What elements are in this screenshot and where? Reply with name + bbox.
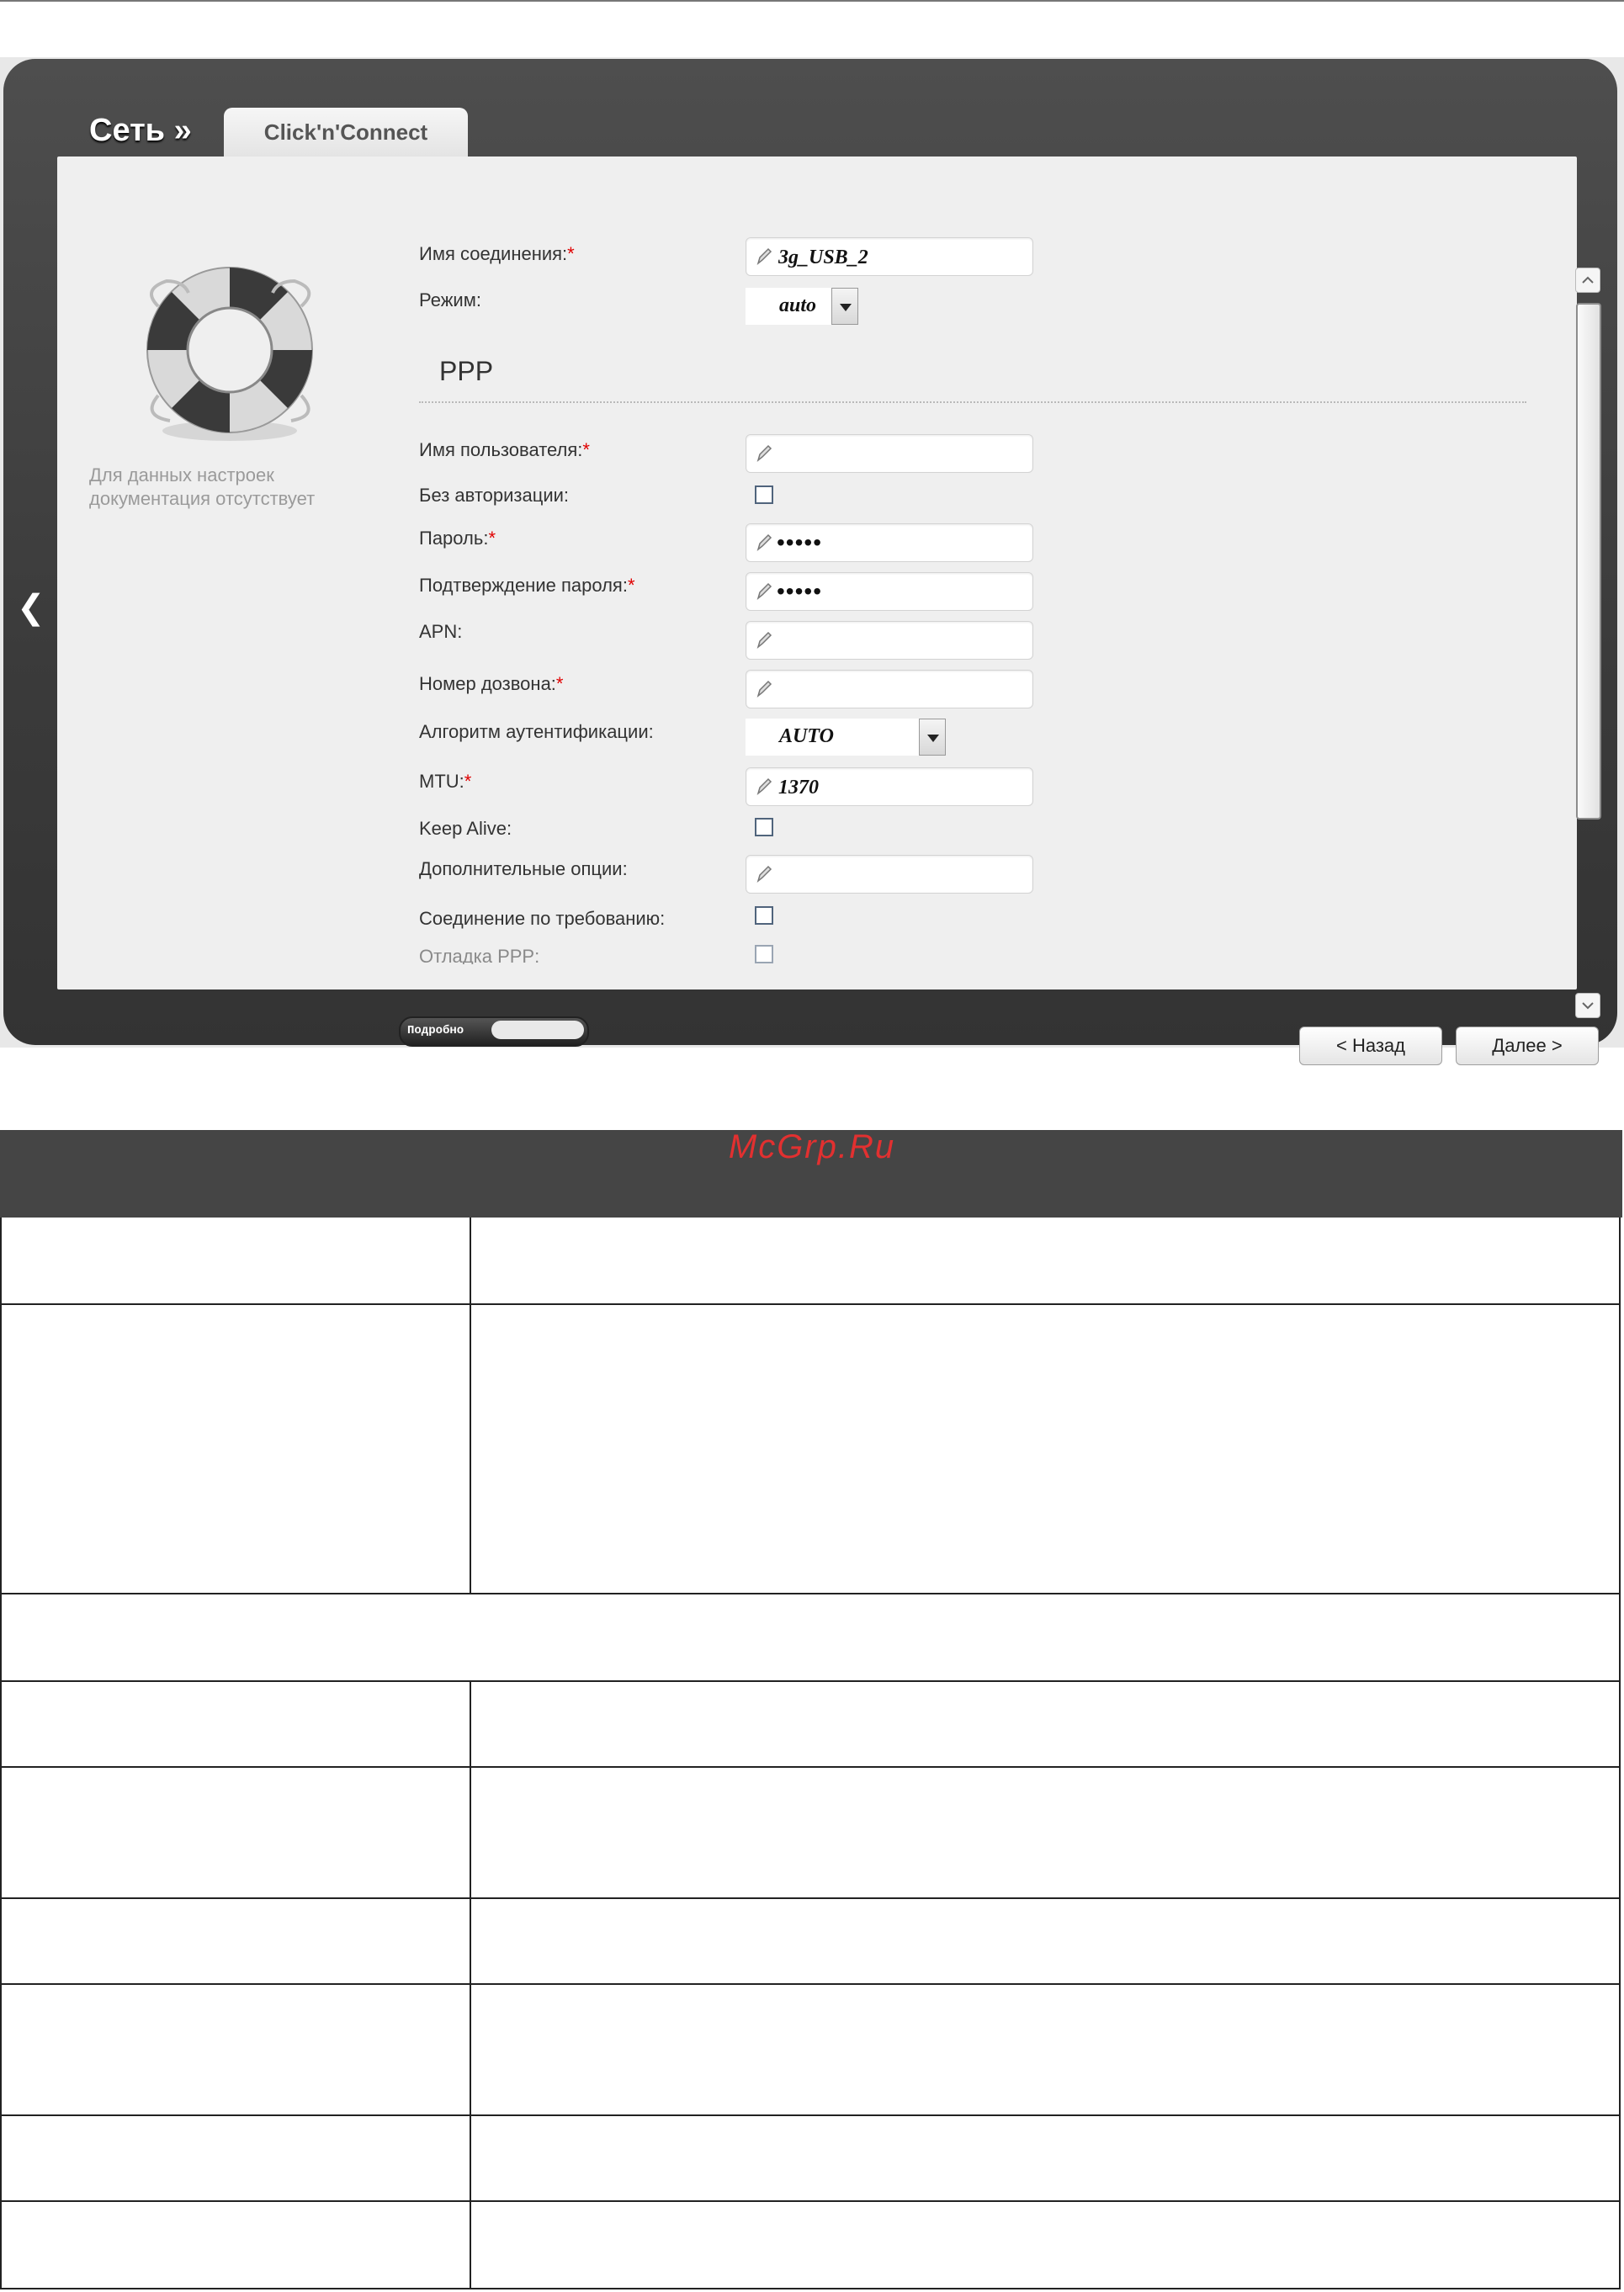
no-auth-label: Без авторизации: bbox=[419, 485, 570, 506]
chevron-down-icon bbox=[1582, 1002, 1594, 1010]
details-toggle-knob bbox=[491, 1021, 584, 1039]
connection-name-label-text: Имя соединения: bbox=[419, 243, 568, 264]
table-row bbox=[0, 2116, 1621, 2202]
mtu-label: MTU:* bbox=[419, 771, 471, 793]
password-confirm-field[interactable]: ••••• bbox=[746, 572, 1033, 611]
table-row bbox=[0, 1218, 1621, 1305]
password-confirm-label-text: Подтверждение пароля: bbox=[419, 575, 628, 596]
no-documentation-note: Для данных настроек документация отсутст… bbox=[89, 464, 316, 509]
details-toggle[interactable]: Подробно bbox=[399, 1016, 589, 1047]
lifebuoy-icon bbox=[146, 267, 313, 441]
chevron-up-icon bbox=[1582, 276, 1594, 284]
keep-alive-label: Keep Alive: bbox=[419, 818, 512, 839]
pencil-icon bbox=[756, 247, 772, 266]
table-row bbox=[0, 1899, 1621, 1985]
on-demand-checkbox[interactable] bbox=[755, 906, 773, 925]
column-divider bbox=[470, 1682, 471, 1766]
auth-algorithm-select[interactable]: AUTO bbox=[746, 719, 946, 756]
chevron-down-icon[interactable] bbox=[919, 719, 946, 756]
required-mark: * bbox=[582, 439, 590, 460]
mode-label: Режим: bbox=[419, 289, 481, 310]
dial-number-label: Номер дозвона:* bbox=[419, 673, 563, 695]
connection-name-value: 3g_USB_2 bbox=[778, 247, 868, 268]
table-row bbox=[0, 1682, 1621, 1768]
auth-algorithm-value: AUTO bbox=[779, 725, 834, 747]
scroll-down-button[interactable] bbox=[1575, 993, 1600, 1018]
column-divider bbox=[470, 1218, 471, 1303]
breadcrumb-network[interactable]: Сеть » bbox=[89, 113, 192, 149]
password-label: Пароль:* bbox=[419, 528, 496, 549]
dial-number-field[interactable] bbox=[746, 670, 1033, 708]
no-auth-checkbox[interactable] bbox=[755, 485, 773, 504]
required-mark: * bbox=[488, 528, 496, 549]
password-value: ••••• bbox=[777, 529, 823, 555]
password-confirm-value: ••••• bbox=[777, 578, 823, 604]
username-label: Имя пользователя:* bbox=[419, 439, 590, 461]
pencil-icon bbox=[756, 582, 772, 601]
settings-panel: Для данных настроек документация отсутст… bbox=[57, 157, 1601, 1065]
page-top-rule bbox=[0, 0, 1624, 2]
username-field[interactable] bbox=[746, 434, 1033, 473]
ppp-debug-checkbox[interactable] bbox=[755, 945, 773, 963]
router-ui-window: Сеть » Click'n'Connect ❮ Для данных наст… bbox=[3, 59, 1617, 1065]
required-mark: * bbox=[555, 673, 564, 694]
required-mark: * bbox=[464, 771, 472, 792]
dial-number-label-text: Номер дозвона: bbox=[419, 673, 556, 694]
back-button[interactable]: < Назад bbox=[1299, 1027, 1442, 1065]
ppp-section-title: PPP bbox=[439, 356, 494, 386]
chevron-down-icon[interactable] bbox=[831, 288, 858, 325]
connection-name-label: Имя соединения:* bbox=[419, 243, 575, 265]
mtu-label-text: MTU: bbox=[419, 771, 464, 792]
pencil-icon bbox=[756, 444, 772, 463]
panel-scrollbar[interactable] bbox=[1574, 268, 1601, 1018]
back-arrow-icon[interactable]: ❮ bbox=[17, 591, 45, 624]
password-label-text: Пароль: bbox=[419, 528, 489, 549]
router-ui-frame: Сеть » Click'n'Connect ❮ Для данных наст… bbox=[0, 57, 1624, 1065]
required-mark: * bbox=[567, 243, 575, 264]
keep-alive-checkbox[interactable] bbox=[755, 818, 773, 836]
column-divider bbox=[470, 1899, 471, 1983]
password-field[interactable]: ••••• bbox=[746, 523, 1033, 562]
pencil-icon bbox=[756, 865, 772, 883]
details-toggle-label: Подробно bbox=[407, 1024, 464, 1037]
mode-select[interactable]: auto bbox=[746, 288, 858, 325]
pencil-icon bbox=[756, 533, 772, 552]
extra-options-label: Дополнительные опции: bbox=[419, 858, 628, 879]
table-row bbox=[0, 1594, 1621, 1682]
table-row bbox=[0, 2202, 1621, 2289]
mode-value: auto bbox=[779, 294, 817, 316]
column-divider bbox=[470, 2202, 471, 2288]
column-divider bbox=[470, 1305, 471, 1593]
password-confirm-label: Подтверждение пароля:* bbox=[419, 575, 635, 597]
tab-click-n-connect[interactable]: Click'n'Connect bbox=[224, 108, 468, 157]
auth-algorithm-label: Алгоритм аутентификации: bbox=[419, 721, 654, 742]
on-demand-label: Соединение по требованию: bbox=[419, 908, 666, 929]
pencil-icon bbox=[756, 777, 772, 796]
scroll-thumb[interactable] bbox=[1576, 303, 1601, 820]
ppp-debug-label: Отладка PPP: bbox=[419, 946, 540, 964]
required-mark: * bbox=[627, 575, 635, 596]
username-label-text: Имя пользователя: bbox=[419, 439, 583, 460]
apn-label: APN: bbox=[419, 621, 463, 642]
column-divider bbox=[470, 1985, 471, 2114]
extra-options-field[interactable] bbox=[746, 855, 1033, 894]
apn-field[interactable] bbox=[746, 621, 1033, 660]
column-divider bbox=[470, 2116, 471, 2200]
column-divider bbox=[470, 1768, 471, 1897]
mtu-field[interactable]: 1370 bbox=[746, 767, 1033, 806]
pencil-icon bbox=[756, 680, 772, 698]
table-row bbox=[0, 1305, 1621, 1594]
table-row bbox=[0, 1768, 1621, 1899]
next-button[interactable]: Далее > bbox=[1456, 1027, 1599, 1065]
ppp-section-divider bbox=[419, 401, 1526, 403]
connection-name-field[interactable]: 3g_USB_2 bbox=[746, 237, 1033, 276]
watermark: McGrp.Ru bbox=[728, 1128, 896, 1165]
mtu-value: 1370 bbox=[778, 777, 819, 798]
table-row bbox=[0, 1985, 1621, 2116]
pencil-icon bbox=[756, 631, 772, 650]
scroll-up-button[interactable] bbox=[1575, 268, 1600, 293]
